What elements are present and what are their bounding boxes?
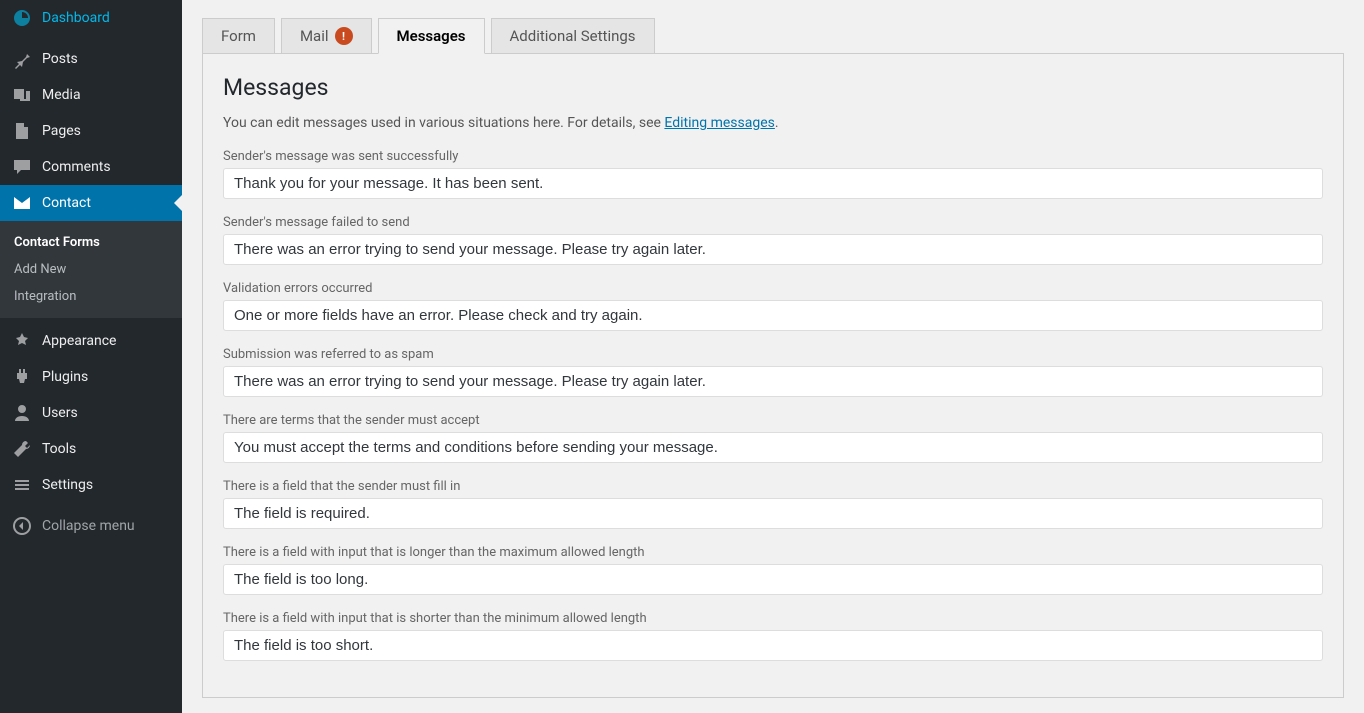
sidebar-item-label: Collapse menu [42,518,135,534]
sidebar-item-label: Settings [42,477,93,493]
intro-text: You can edit messages used in various si… [223,115,664,131]
plugins-icon [12,367,32,387]
tab-label: Additional Settings [510,27,636,45]
message-field: There is a field that the sender must fi… [223,479,1323,529]
field-label: Submission was referred to as spam [223,347,1323,362]
message-input[interactable] [223,564,1323,595]
tab-form[interactable]: Form [202,18,275,53]
message-field: Sender's message was sent successfully [223,149,1323,199]
message-input[interactable] [223,168,1323,199]
dashboard-icon [12,8,32,28]
message-field: There is a field with input that is shor… [223,611,1323,661]
mail-icon [12,193,32,213]
tab-mail[interactable]: Mail! [281,18,372,53]
message-field: Validation errors occurred [223,281,1323,331]
sidebar-submenu: Contact Forms Add New Integration [0,221,182,318]
field-label: There is a field with input that is shor… [223,611,1323,626]
sidebar-item-label: Posts [42,51,78,67]
collapse-icon [12,516,32,536]
sidebar-item-label: Comments [42,159,111,175]
sidebar-item-label: Contact [42,195,91,211]
message-input[interactable] [223,366,1323,397]
tools-icon [12,439,32,459]
sidebar-item-posts[interactable]: Posts [0,41,182,77]
tab-label: Messages [397,27,466,45]
sidebar-item-pages[interactable]: Pages [0,113,182,149]
sidebar-item-dashboard[interactable]: Dashboard [0,0,182,36]
message-input[interactable] [223,432,1323,463]
field-label: There is a field with input that is long… [223,545,1323,560]
sidebar-item-tools[interactable]: Tools [0,431,182,467]
sidebar-item-label: Appearance [42,333,116,349]
sidebar-item-label: Plugins [42,369,88,385]
sidebar-item-users[interactable]: Users [0,395,182,431]
message-input[interactable] [223,498,1323,529]
appearance-icon [12,331,32,351]
message-input[interactable] [223,234,1323,265]
tab-label: Mail [300,27,329,45]
tab-label: Form [221,27,256,45]
tab-additional-settings[interactable]: Additional Settings [491,18,655,53]
sidebar-item-label: Tools [42,441,76,457]
message-field: Submission was referred to as spam [223,347,1323,397]
submenu-item-add-new[interactable]: Add New [0,256,182,283]
pages-icon [12,121,32,141]
comments-icon [12,157,32,177]
sidebar-item-media[interactable]: Media [0,77,182,113]
pin-icon [12,49,32,69]
main-content: Form Mail! Messages Additional Settings … [182,0,1364,713]
users-icon [12,403,32,423]
sidebar-item-settings[interactable]: Settings [0,467,182,503]
tab-messages[interactable]: Messages [378,18,485,54]
message-input[interactable] [223,300,1323,331]
settings-icon [12,475,32,495]
messages-panel: Messages You can edit messages used in v… [202,54,1344,698]
submenu-item-integration[interactable]: Integration [0,283,182,310]
intro-text: . [775,115,779,131]
submenu-item-contact-forms[interactable]: Contact Forms [0,229,182,256]
sidebar-item-comments[interactable]: Comments [0,149,182,185]
sidebar-item-contact[interactable]: Contact [0,185,182,221]
message-field: There are terms that the sender must acc… [223,413,1323,463]
alert-badge-icon: ! [335,27,353,45]
field-label: There is a field that the sender must fi… [223,479,1323,494]
message-field: There is a field with input that is long… [223,545,1323,595]
message-field: Sender's message failed to send [223,215,1323,265]
sidebar-item-label: Pages [42,123,81,139]
sidebar-item-label: Dashboard [42,10,110,26]
sidebar-item-label: Media [42,87,81,103]
media-icon [12,85,32,105]
sidebar-item-appearance[interactable]: Appearance [0,323,182,359]
panel-heading: Messages [223,74,1323,101]
field-label: Sender's message was sent successfully [223,149,1323,164]
editing-messages-link[interactable]: Editing messages [664,115,774,131]
sidebar-item-collapse[interactable]: Collapse menu [0,508,182,544]
panel-intro: You can edit messages used in various si… [223,115,1323,131]
field-label: There are terms that the sender must acc… [223,413,1323,428]
tab-bar: Form Mail! Messages Additional Settings [202,18,1344,54]
message-input[interactable] [223,630,1323,661]
field-label: Sender's message failed to send [223,215,1323,230]
sidebar-item-label: Users [42,405,78,421]
field-label: Validation errors occurred [223,281,1323,296]
admin-sidebar: Dashboard Posts Media Pages Comments Con… [0,0,182,713]
sidebar-item-plugins[interactable]: Plugins [0,359,182,395]
